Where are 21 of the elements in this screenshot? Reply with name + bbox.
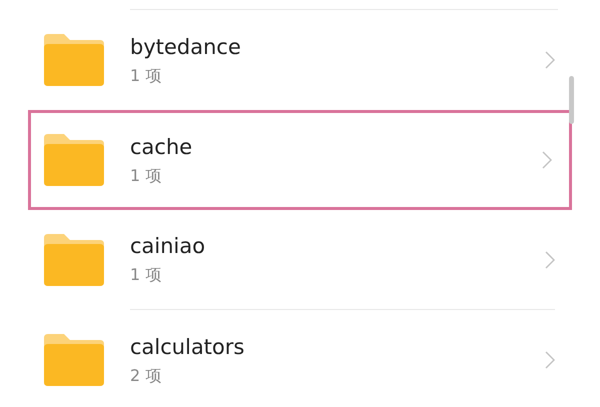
folder-name: cainiao — [130, 236, 206, 257]
chevron-right-icon — [545, 351, 555, 369]
folder-icon — [42, 234, 106, 286]
folder-icon — [42, 334, 106, 386]
item-count: 1 项 — [130, 68, 162, 84]
scrollbar — [569, 76, 574, 124]
item-count: 1 项 — [130, 168, 162, 184]
folder-icon — [42, 34, 106, 86]
chevron-right-icon — [542, 151, 552, 169]
folder-row[interactable]: bytedance 1 项 — [0, 10, 600, 110]
folder-name: calculators — [130, 336, 246, 358]
chevron-right-icon — [545, 250, 555, 268]
folder-name: bytedance — [130, 36, 242, 58]
folder-row[interactable]: calculators 2 项 — [0, 310, 600, 407]
item-count: 1 项 — [130, 267, 162, 283]
folder-name: cache — [130, 136, 194, 158]
chevron-right-icon — [545, 51, 555, 69]
item-count: 2 项 — [130, 368, 162, 384]
folder-icon — [42, 134, 106, 186]
highlighted-folder-row[interactable]: cache 1 项 — [28, 110, 572, 210]
folder-row[interactable]: cainiao 1 项 — [0, 210, 600, 310]
